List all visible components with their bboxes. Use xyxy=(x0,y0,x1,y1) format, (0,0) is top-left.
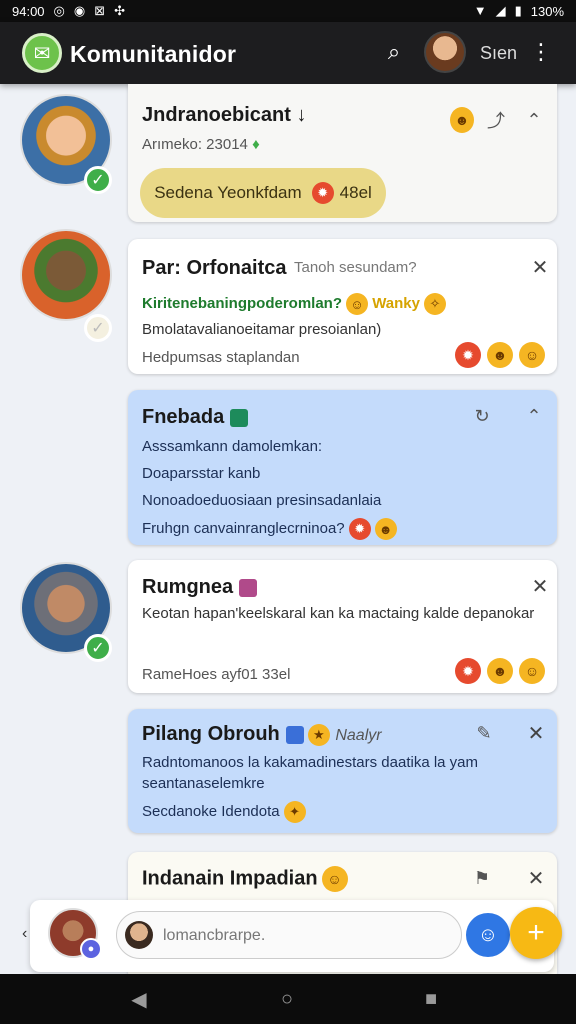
post-card[interactable]: Fnebada ↻ ⌃ Asssamkann damolemkan: Doapa… xyxy=(128,390,557,545)
search-icon[interactable]: ⌕ xyxy=(378,36,410,68)
surprised-icon[interactable]: ☺ xyxy=(519,658,545,684)
fire-icon: ✹ xyxy=(311,182,334,204)
post-footer: RameHoes ayf01 33el xyxy=(142,666,291,683)
reaction-bar[interactable]: ✹ ☻ ☺ xyxy=(451,658,545,684)
more-options-icon[interactable]: ⋮ xyxy=(530,36,552,68)
post-line: Nonoadoeduosiaan presinsadanlaia xyxy=(142,492,382,509)
collapse-icon[interactable]: ⌃ xyxy=(520,106,548,134)
close-icon[interactable]: ✕ xyxy=(526,253,554,281)
share-icon[interactable]: ⤴ xyxy=(482,106,510,134)
edit-badge-icon xyxy=(285,725,304,744)
post-title-hint: Tanoh sesundam? xyxy=(294,259,417,276)
post-footer: Secdanoke Idendota ✦ xyxy=(142,801,306,823)
post-line: Doaparsstar kanb xyxy=(142,465,261,482)
message-field[interactable] xyxy=(116,911,462,959)
post-title: Fnebada xyxy=(142,406,249,429)
wifi-icon: ▼ xyxy=(473,3,487,18)
burst-icon[interactable]: ✹ xyxy=(455,658,481,684)
fire-icon: ✹ xyxy=(348,518,371,540)
react-emoji-icon[interactable]: ☻ xyxy=(446,106,474,134)
post-line: Bmolatavalianoeitamar presoianlan) xyxy=(142,321,382,338)
post-card[interactable]: Pilang Obrouh ★ Naalyr ✎ ✕ Radntomanoos l… xyxy=(128,709,557,833)
app-title: Komunitanidor xyxy=(70,41,237,67)
status-bar: 94:00 ◎ ◉ ⊠ ✣ ▼ ◢ ▮ 130% xyxy=(0,0,576,22)
cheer-icon: ✧ xyxy=(423,293,446,315)
burst-icon[interactable]: ✹ xyxy=(455,342,481,368)
fan-icon: ✣ xyxy=(114,3,126,18)
composer-bar: ● ☺ xyxy=(30,900,554,972)
heart-eyes-icon: ☻ xyxy=(374,518,397,540)
app-bar: ✉ Komunitanidor ⌕ Sıen ⋮ xyxy=(0,22,576,84)
post-body: Keotan hapan'keelskaral kan ka mactaing … xyxy=(142,605,535,622)
chat-leaf-icon: ✉ xyxy=(22,33,62,73)
system-nav-bar: ◀ ○ ■ xyxy=(0,974,576,1024)
reaction-pill[interactable]: Sedena Yeonkfdam ✹ 48el xyxy=(140,168,386,218)
close-icon[interactable]: ✕ xyxy=(526,572,554,600)
edge-hint-icon: ‹ xyxy=(22,925,28,942)
avatar xyxy=(125,921,153,949)
post-title: Indanain Impadian ☺ xyxy=(142,866,348,892)
edit-icon[interactable]: ✎ xyxy=(470,719,498,747)
post-card[interactable]: Rumgnea ✕ Keotan hapan'keelskaral kan ka… xyxy=(128,560,557,693)
add-post-button[interactable]: + xyxy=(510,907,562,959)
smile-icon: ☺ xyxy=(346,293,369,315)
verified-check-icon: ✓ xyxy=(84,166,112,194)
battery-level: 130% xyxy=(530,3,564,19)
post-title: Rumgnea xyxy=(142,576,258,599)
profile-label[interactable]: Sıen xyxy=(480,43,517,64)
close-icon[interactable]: ✕ xyxy=(522,864,550,892)
close-icon[interactable]: ✕ xyxy=(522,719,550,747)
smile-icon: ☺ xyxy=(321,866,348,892)
post-line: Asssamkann damolemkan: xyxy=(142,438,323,455)
post-card[interactable]: Jndranoebicant ↓ Arımeko: 23014 ♦ ☻ ⤴ ⌃ … xyxy=(128,84,557,222)
post-line: Kiritenebaningpoderomlan? ☺ Wanky ✧ xyxy=(142,293,446,315)
avatar[interactable] xyxy=(20,229,112,321)
checkbox-icon xyxy=(230,408,249,427)
post-title: Pilang Obrouh ★ Naalyr xyxy=(142,723,382,746)
message-input[interactable] xyxy=(163,924,443,948)
post-line: Hedpumsas staplandan xyxy=(142,349,300,366)
star-icon: ★ xyxy=(307,723,330,746)
recents-square-icon[interactable]: ■ xyxy=(416,984,446,1014)
post-line: Fruhgn canvainranglecrninoa? ✹ ☻ xyxy=(142,518,397,540)
flag-icon[interactable]: ⚑ xyxy=(468,864,496,892)
sparkle-icon: ✦ xyxy=(283,801,306,823)
signal-icon: ◢ xyxy=(495,3,506,18)
post-title: Jndranoebicant ↓ xyxy=(142,104,307,126)
community-feed[interactable]: ✓ ✓ ✓ Jndranoebicant ↓ Arımeko: 23014 ♦ … xyxy=(0,84,576,974)
collapse-icon[interactable]: ⌃ xyxy=(520,402,548,430)
status-time: 94:00 xyxy=(12,3,45,19)
pill-label: Sedena Yeonkfdam xyxy=(154,183,302,202)
emoji-picker-icon[interactable]: ☺ xyxy=(466,913,510,957)
record-icon: ◉ xyxy=(73,3,86,18)
leaf-icon: ♦ xyxy=(247,136,260,153)
home-circle-icon[interactable]: ○ xyxy=(272,984,302,1014)
refresh-icon[interactable]: ↻ xyxy=(468,402,496,430)
verified-check-icon: ✓ xyxy=(84,634,112,662)
hug-icon[interactable]: ☻ xyxy=(487,658,513,684)
back-triangle-icon[interactable]: ◀ xyxy=(124,984,154,1014)
post-card[interactable]: Par: Orfonaitca Tanoh sesundam? ✕ Kirite… xyxy=(128,239,557,374)
pill-count: 48el xyxy=(339,183,372,202)
flag-icon xyxy=(239,578,258,597)
status-badge: ● xyxy=(80,938,102,960)
reaction-bar[interactable]: ✹ ☻ ☺ xyxy=(451,342,545,368)
wink-icon[interactable]: ☺ xyxy=(519,342,545,368)
instagram-icon: ◎ xyxy=(53,3,65,18)
arrow-down-icon: ↓ xyxy=(290,104,307,126)
post-body: Radntomanoos la kakamadinestars daatika … xyxy=(142,754,479,792)
pending-check-icon: ✓ xyxy=(84,314,112,342)
x-icon: ⊠ xyxy=(94,3,106,18)
grin-icon[interactable]: ☻ xyxy=(487,342,513,368)
post-title: Par: Orfonaitca xyxy=(142,257,287,279)
profile-avatar[interactable] xyxy=(424,31,466,73)
battery-icon: ▮ xyxy=(514,3,522,18)
post-subtitle: Arımeko: 23014 ♦ xyxy=(142,136,260,153)
